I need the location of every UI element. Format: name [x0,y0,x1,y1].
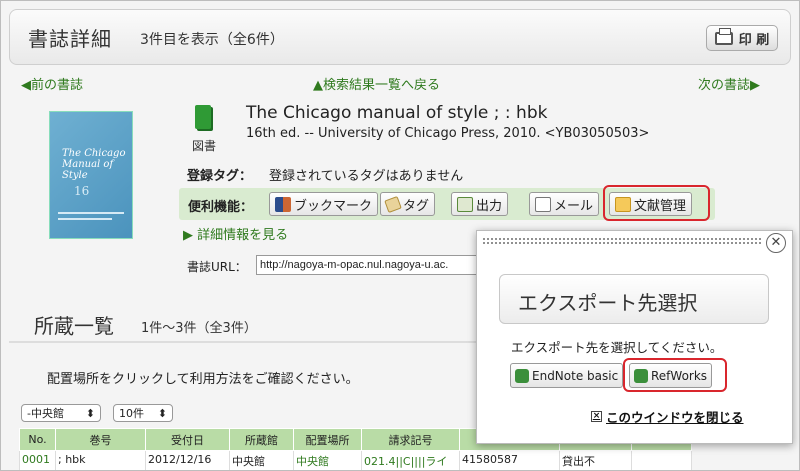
detail-info-link[interactable]: ▶ 詳細情報を見る [183,224,288,243]
location-link[interactable]: 中央館 [293,450,362,470]
library-select[interactable]: -中央館 ⬍ [21,404,101,422]
table-row: 0001 ; hbk 2012/12/16 中央館 中央館 021.4||C||… [19,450,692,470]
endnote-button[interactable]: EndNote basic [510,363,624,388]
table-cell: 中央館 [229,450,294,470]
close-box-icon: × [591,411,602,422]
select-arrows-icon: ⬍ [85,406,95,420]
output-button[interactable]: 出力 [451,192,509,216]
call-number-link[interactable]: 021.4||C||||ライ [361,450,460,470]
book-icon [195,105,211,129]
column-header: 所蔵館 [229,428,294,451]
cover-title: The Chicago Manual of Style [62,148,126,181]
material-type: 図書 [192,139,217,153]
tags-value: 登録されているタグはありません [269,169,464,184]
book-title: The Chicago manual of style ; : hbk [246,103,548,123]
close-icon[interactable]: ✕ [766,233,786,253]
back-to-results-link[interactable]: ▲検索結果一覧へ戻る [313,74,440,93]
bookmark-icon [275,196,291,212]
item-number-link[interactable]: 0001 [19,450,56,470]
url-label: 書誌URL： [187,260,247,274]
print-label: 印 刷 [738,32,770,48]
print-button[interactable]: 印 刷 [706,25,778,51]
close-window-link[interactable]: × このウインドウを閉じる [591,407,744,426]
holdings-title: 所蔵一覧 [34,314,114,338]
page-frame: 書誌詳細 3件目を表示（全6件） 印 刷 ◀前の書誌 ▲検索結果一覧へ戻る 次の… [0,0,800,471]
table-cell [631,450,692,470]
table-cell: 2012/12/16 [145,450,230,470]
per-page-select[interactable]: 10件 ⬍ [113,404,173,422]
column-header: 巻号 [55,428,146,451]
column-header: 配置場所 [293,428,362,451]
bookmark-button[interactable]: ブックマーク [269,192,379,216]
printer-icon [714,27,733,45]
tag-icon [384,195,402,213]
book-publication: 16th ed. -- University of Chicago Press,… [246,126,650,141]
endnote-icon [515,368,529,383]
export-dialog: ✕ エクスポート先選択 エクスポート先を選択してください。 EndNote ba… [476,230,793,444]
cover-edition: 16 [74,184,90,198]
mail-button[interactable]: メール [529,192,600,216]
tools-label: 便利機能： [188,200,254,215]
column-header: No. [19,428,56,451]
reference-button-highlight [603,185,710,221]
tag-button[interactable]: タグ [380,192,436,216]
export-dialog-title: エクスポート先選択 [499,274,769,324]
next-record-link[interactable]: 次の書誌▶ [698,74,760,93]
export-dialog-message: エクスポート先を選択してください。 [511,340,723,355]
tags-label: 登録タグ： [187,169,253,184]
table-cell: 貸出不 [559,450,632,470]
page-title: 書誌詳細 [28,27,112,51]
drag-handle[interactable] [482,237,762,245]
prev-record-link[interactable]: ◀前の書誌 [21,74,83,93]
column-header: 請求記号 [361,428,460,451]
table-cell: 41580587 [459,450,560,470]
record-count: 3件目を表示（全6件） [140,32,284,48]
book-url-field[interactable] [256,255,481,275]
holdings-count: 1件〜3件（全3件） [141,321,257,336]
book-cover-image: The Chicago Manual of Style 16 [49,111,133,239]
cover-decoration [58,212,124,214]
holdings-instruction: 配置場所をクリックして利用方法をご確認ください。 [47,372,359,387]
output-icon [457,196,473,212]
cover-decoration [58,218,112,220]
table-cell: ; hbk [55,450,146,470]
select-arrows-icon: ⬍ [157,406,167,420]
page-header: 書誌詳細 3件目を表示（全6件） 印 刷 [9,9,791,65]
column-header: 受付日 [145,428,230,451]
refworks-highlight [623,358,727,392]
mail-icon [535,196,551,212]
